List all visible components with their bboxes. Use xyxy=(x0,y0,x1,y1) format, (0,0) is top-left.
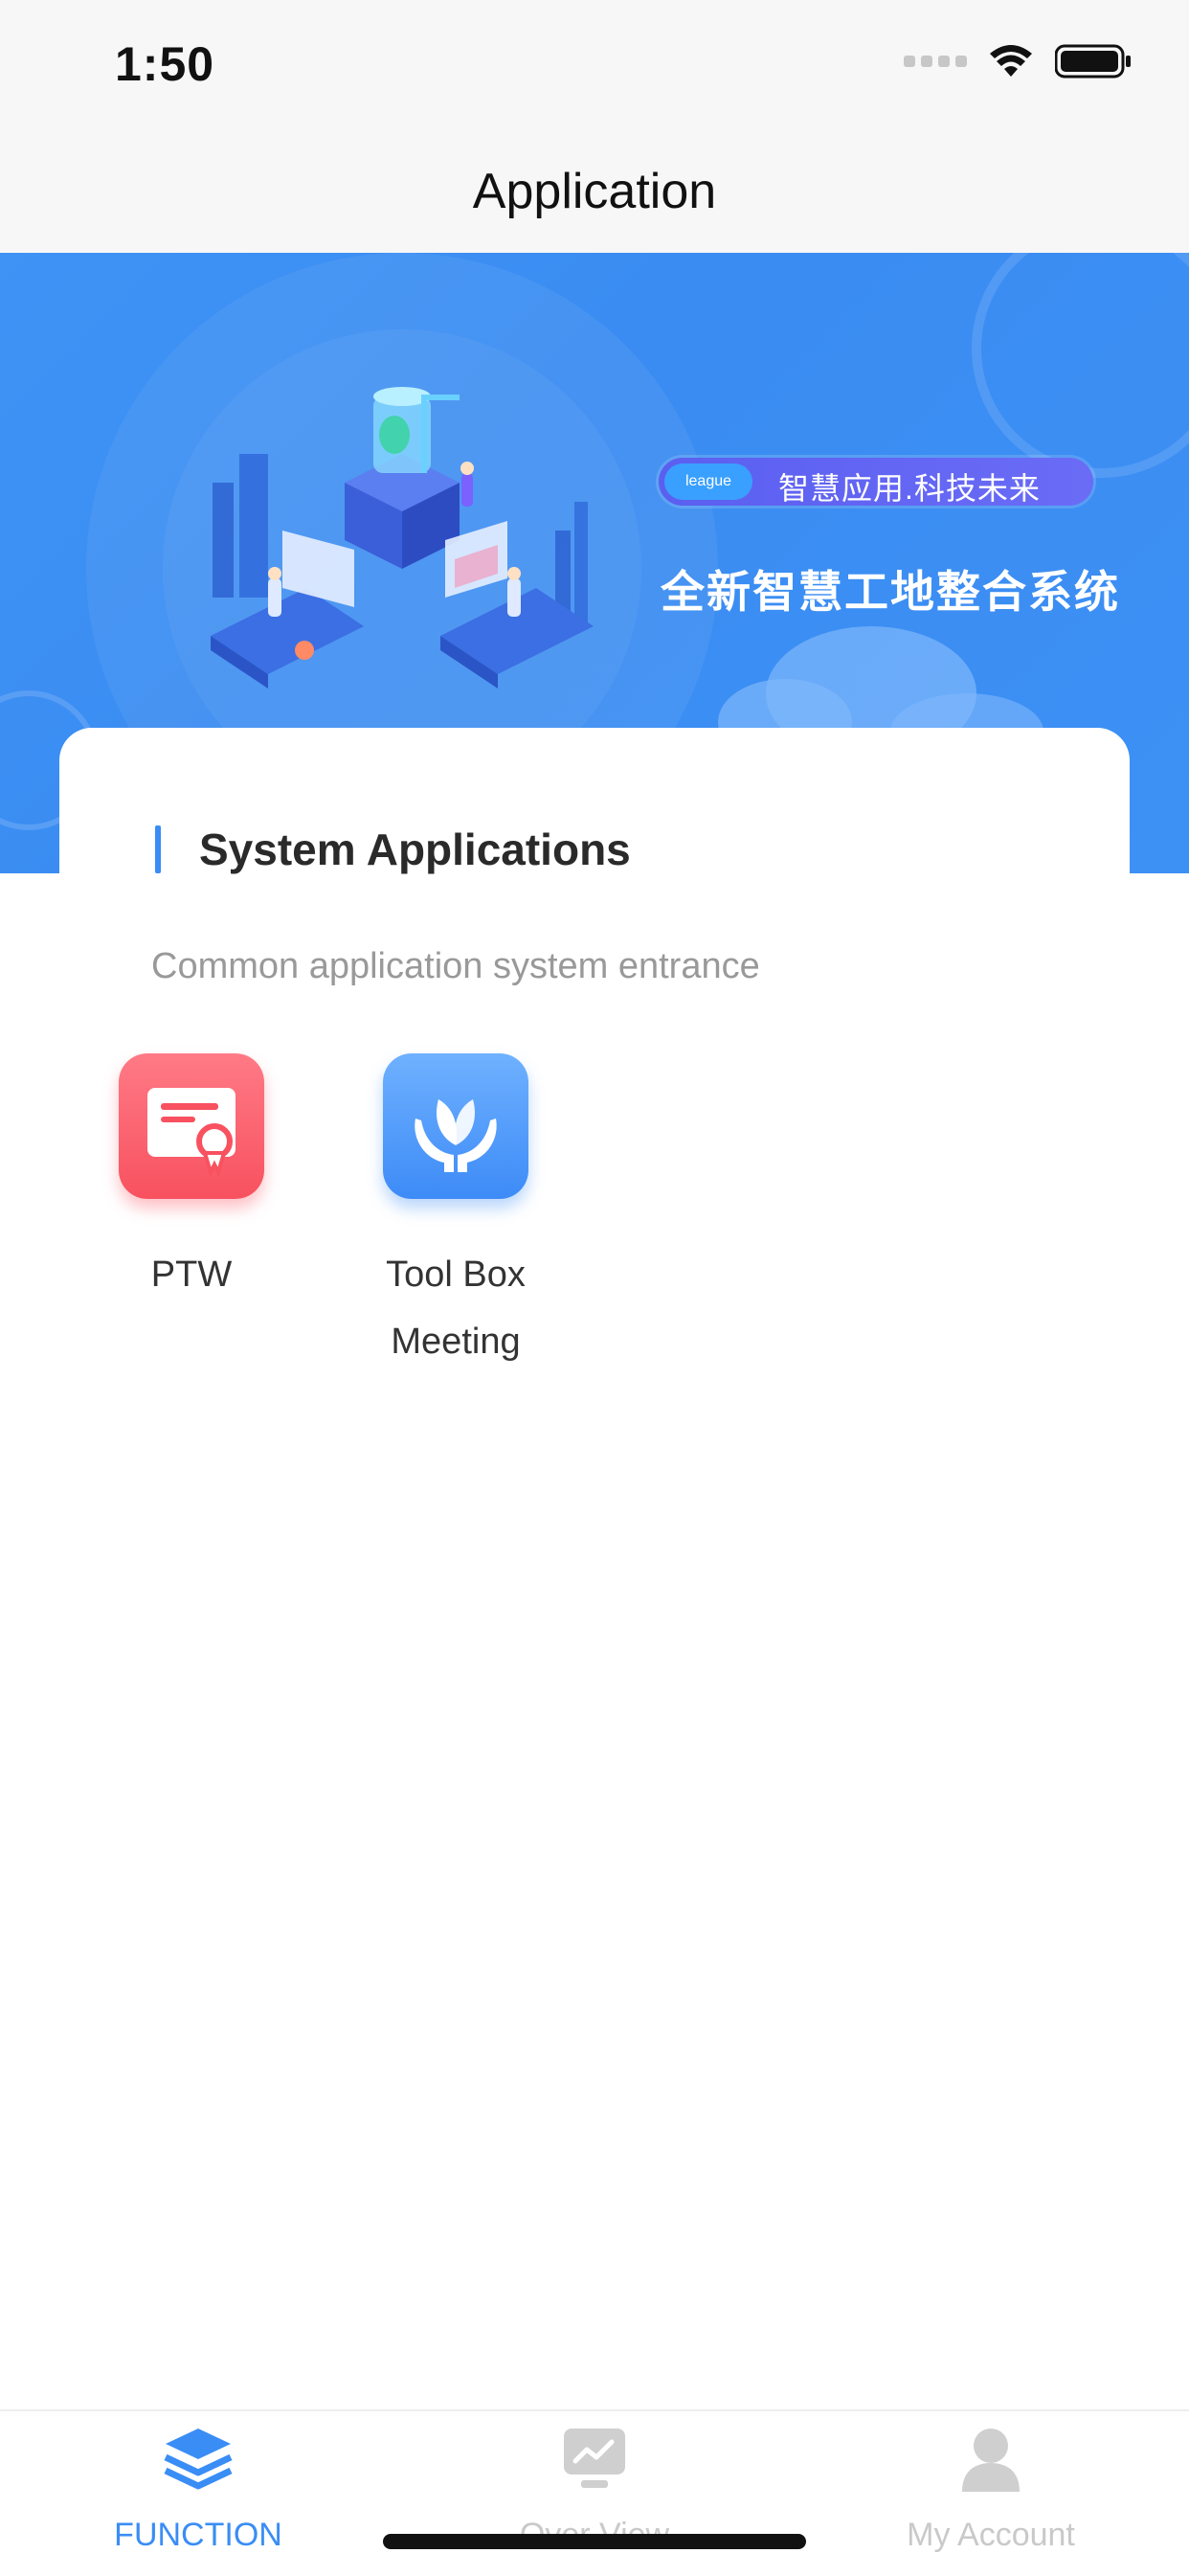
bottom-tab-bar: FUNCTION Over View My Account xyxy=(0,2409,1189,2576)
section-title: System Applications xyxy=(199,825,631,874)
home-indicator[interactable] xyxy=(383,2534,806,2549)
tab-over-view[interactable]: Over View xyxy=(396,2411,793,2576)
layers-icon xyxy=(164,2429,233,2490)
tab-my-account[interactable]: My Account xyxy=(793,2411,1189,2576)
battery-icon xyxy=(1055,44,1131,79)
page-title: Application xyxy=(472,164,717,219)
section-accent-bar xyxy=(155,825,161,873)
tab-function[interactable]: FUNCTION xyxy=(0,2411,396,2576)
section-subtitle: Common application system entrance xyxy=(151,946,760,986)
status-bar: 1:50 xyxy=(0,0,1189,134)
status-time: 1:50 xyxy=(115,37,215,91)
tab-function-label: FUNCTION xyxy=(114,2517,282,2553)
cellular-signal-icon xyxy=(904,56,967,67)
app-tool-box-meeting-label-line2: Meeting xyxy=(391,1322,521,1362)
wifi-icon xyxy=(990,45,1032,77)
app-ptw[interactable]: PTW xyxy=(86,1053,297,1308)
tab-my-account-label: My Account xyxy=(907,2517,1075,2553)
banner-brand-badge: league xyxy=(664,463,752,500)
certificate-icon xyxy=(119,1053,264,1199)
status-icons xyxy=(904,44,1132,79)
chart-monitor-icon xyxy=(564,2429,625,2488)
leaf-hands-icon xyxy=(383,1053,528,1199)
app-tool-box-meeting[interactable]: Tool Box Meeting xyxy=(350,1053,561,1375)
banner-headline: 全新智慧工地整合系统 xyxy=(661,567,1120,617)
navigation-bar: Application xyxy=(0,134,1189,253)
system-applications-card: System Applications Common application s… xyxy=(59,728,1130,2260)
app-tool-box-meeting-label: Tool Box Meeting xyxy=(350,1241,561,1375)
app-tool-box-meeting-label-line1: Tool Box xyxy=(386,1254,526,1295)
person-icon xyxy=(962,2429,1020,2492)
banner-slogan: 智慧应用.科技未来 xyxy=(778,471,1041,506)
app-ptw-label: PTW xyxy=(150,1254,233,1295)
banner-slogan-pill: league 智慧应用.科技未来 xyxy=(659,458,1093,506)
